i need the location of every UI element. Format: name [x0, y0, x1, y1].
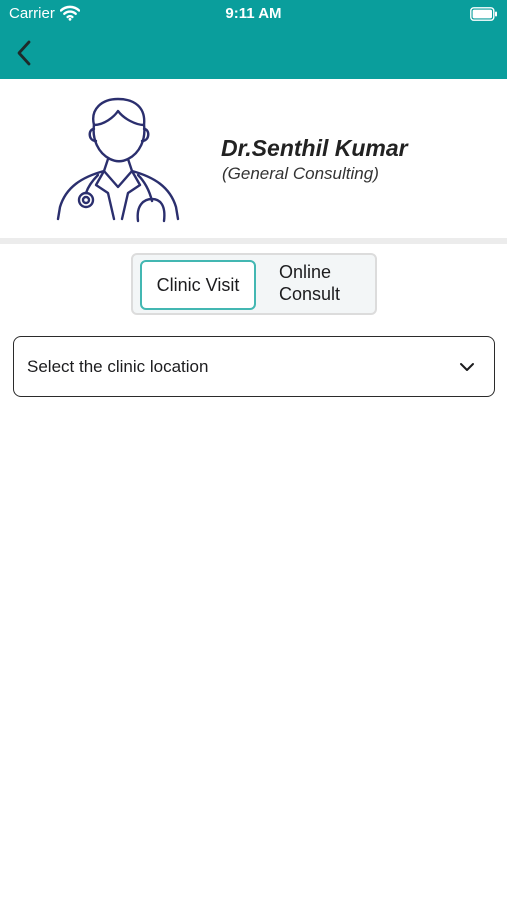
doctor-avatar-icon [56, 97, 180, 223]
clinic-location-placeholder: Select the clinic location [27, 357, 209, 376]
chevron-left-icon [17, 40, 31, 66]
chevron-down-icon [460, 363, 474, 371]
status-time: 9:11 AM [225, 5, 282, 22]
tab-clinic-visit[interactable]: Clinic Visit [140, 260, 256, 310]
battery-icon [470, 7, 497, 21]
tab-online-consult-line1: Online [279, 262, 332, 282]
clinic-location-dropdown[interactable]: Select the clinic location [13, 336, 495, 397]
tab-online-consult[interactable]: Online Consult [279, 261, 371, 305]
app-header: Carrier 9:11 AM [0, 0, 507, 79]
tab-online-consult-line2: Consult [279, 284, 341, 304]
doctor-specialty: (General Consulting) [222, 164, 379, 183]
section-divider [0, 238, 507, 244]
consult-mode-toggle: Clinic Visit Online Consult [131, 253, 377, 315]
doctor-name: Dr.Senthil Kumar [221, 135, 408, 161]
doctor-card: Dr.Senthil Kumar (General Consulting) [0, 79, 507, 238]
status-bar: Carrier 9:11 AM [0, 0, 507, 30]
back-button[interactable] [8, 35, 40, 71]
